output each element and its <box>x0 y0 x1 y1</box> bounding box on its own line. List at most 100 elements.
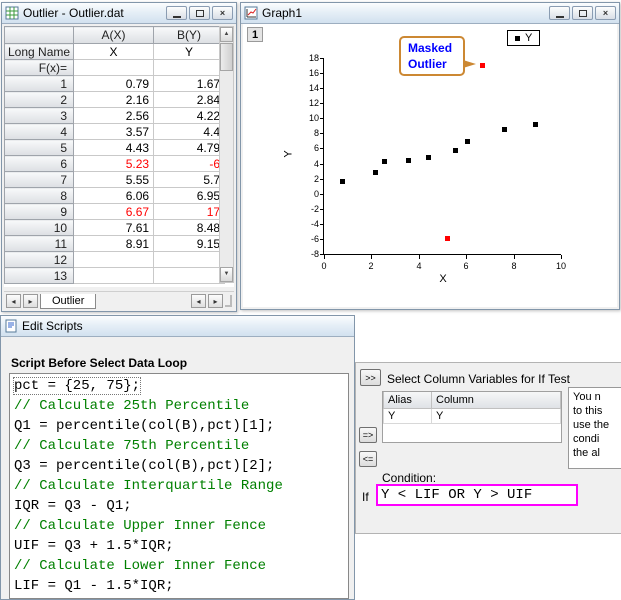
data-cell[interactable]: 2.56 <box>74 108 154 124</box>
data-cell[interactable]: -6 <box>154 156 225 172</box>
data-cell[interactable]: 8.48 <box>154 220 225 236</box>
restore-icon[interactable] <box>572 6 593 20</box>
data-cell[interactable] <box>154 268 225 284</box>
data-cell[interactable]: 9.15 <box>154 236 225 252</box>
worksheet-row: 22.162.84 <box>5 92 225 108</box>
data-point[interactable] <box>465 139 470 144</box>
data-cell[interactable]: 6.67 <box>74 204 154 220</box>
plot-area[interactable]: -8-6-4-20246810121416180246810 <box>323 58 561 255</box>
row-header[interactable]: 12 <box>5 252 74 268</box>
row-header[interactable]: 13 <box>5 268 74 284</box>
data-cell[interactable]: 4.43 <box>74 140 154 156</box>
row-header[interactable]: 9 <box>5 204 74 220</box>
row-header[interactable]: 6 <box>5 156 74 172</box>
data-cell[interactable]: 4.79 <box>154 140 225 156</box>
column-header-a[interactable]: A(X) <box>74 27 154 44</box>
legend[interactable]: Y <box>507 30 540 46</box>
data-cell[interactable]: 6.95 <box>154 188 225 204</box>
scroll-down-icon[interactable]: ▼ <box>220 267 233 282</box>
graph-titlebar[interactable]: Graph1 × <box>241 3 619 24</box>
data-point[interactable] <box>445 236 450 241</box>
code-text: // Calculate 75th Percentile <box>14 438 249 454</box>
data-point[interactable] <box>340 179 345 184</box>
scrollbar-thumb[interactable] <box>220 43 233 71</box>
corner-cell[interactable] <box>5 27 74 44</box>
data-cell[interactable]: 5.55 <box>74 172 154 188</box>
restore-icon[interactable] <box>189 6 210 20</box>
data-point[interactable] <box>480 63 485 68</box>
window-controls: × <box>549 6 616 20</box>
row-header[interactable]: 5 <box>5 140 74 156</box>
data-cell[interactable]: 4.4 <box>154 124 225 140</box>
data-point[interactable] <box>382 159 387 164</box>
data-cell[interactable]: 2.84 <box>154 92 225 108</box>
long-name-a[interactable]: X <box>74 44 154 60</box>
data-point[interactable] <box>406 158 411 163</box>
row-header[interactable]: 10 <box>5 220 74 236</box>
data-cell[interactable]: 2.16 <box>74 92 154 108</box>
long-name-row-header[interactable]: Long Name <box>5 44 74 60</box>
column-header-b[interactable]: B(Y) <box>154 27 225 44</box>
resize-grip[interactable] <box>225 295 232 307</box>
data-cell[interactable]: 5.23 <box>74 156 154 172</box>
data-point[interactable] <box>426 155 431 160</box>
graph-title: Graph1 <box>262 6 545 20</box>
code-line: UIF = Q3 + 1.5*IQR; <box>14 536 344 556</box>
data-point[interactable] <box>373 170 378 175</box>
row-header[interactable]: 1 <box>5 76 74 92</box>
data-cell[interactable]: 17 <box>154 204 225 220</box>
fx-cell-b[interactable] <box>154 60 225 76</box>
graph-page[interactable]: 1 Y Masked Outlier -8-6-4-20246810121416… <box>243 24 617 307</box>
data-cell[interactable] <box>74 252 154 268</box>
long-name-b[interactable]: Y <box>154 44 225 60</box>
data-point[interactable] <box>502 127 507 132</box>
data-cell[interactable] <box>74 268 154 284</box>
fx-cell-a[interactable] <box>74 60 154 76</box>
data-cell[interactable] <box>154 252 225 268</box>
y-axis-title: Y <box>283 150 295 157</box>
expand-button[interactable]: >> <box>360 369 381 386</box>
data-cell[interactable]: 3.57 <box>74 124 154 140</box>
hscroll-right-icon[interactable]: ▸ <box>208 294 223 308</box>
data-point[interactable] <box>533 122 538 127</box>
worksheet-table[interactable]: A(X) B(Y) Long Name X Y F(x)= 10.791.672… <box>4 26 225 284</box>
row-header[interactable]: 8 <box>5 188 74 204</box>
data-cell[interactable]: 5.7 <box>154 172 225 188</box>
tab-nav-left-icon[interactable]: ◂ <box>6 294 21 308</box>
data-cell[interactable]: 8.91 <box>74 236 154 252</box>
data-cell[interactable]: 6.06 <box>74 188 154 204</box>
worksheet-titlebar[interactable]: Outlier - Outlier.dat × <box>2 3 236 24</box>
minimize-icon[interactable] <box>549 6 570 20</box>
row-header[interactable]: 11 <box>5 236 74 252</box>
variable-row[interactable]: YY <box>384 408 561 423</box>
tab-nav-right-icon[interactable]: ▸ <box>23 294 38 308</box>
row-header[interactable]: 4 <box>5 124 74 140</box>
data-cell[interactable]: 0.79 <box>74 76 154 92</box>
data-cell[interactable]: 7.61 <box>74 220 154 236</box>
close-icon[interactable]: × <box>212 6 233 20</box>
data-point[interactable] <box>453 148 458 153</box>
row-header[interactable]: 2 <box>5 92 74 108</box>
row-header[interactable]: 7 <box>5 172 74 188</box>
close-icon[interactable]: × <box>595 6 616 20</box>
code-text: UIF = Q3 + 1.5*IQR; <box>14 538 174 554</box>
page-number[interactable]: 1 <box>247 27 263 42</box>
y-tick-label: 8 <box>292 128 319 138</box>
fx-row-header[interactable]: F(x)= <box>5 60 74 76</box>
code-text: Q3 = percentile(col(B),pct)[2]; <box>14 458 274 474</box>
variable-grid[interactable]: Alias Column YY <box>382 391 562 443</box>
hscroll-left-icon[interactable]: ◂ <box>191 294 206 308</box>
script-editor[interactable]: pct = {25, 75};// Calculate 25th Percent… <box>9 373 349 599</box>
data-cell[interactable]: 1.67 <box>154 76 225 92</box>
data-cell[interactable]: 4.22 <box>154 108 225 124</box>
sheet-tab-outlier[interactable]: Outlier <box>40 294 96 309</box>
condition-input[interactable]: Y < LIF OR Y > UIF <box>376 484 578 506</box>
minimize-icon[interactable] <box>166 6 187 20</box>
scroll-up-icon[interactable]: ▲ <box>220 27 233 42</box>
edit-scripts-titlebar[interactable]: Edit Scripts <box>1 316 354 337</box>
remove-button[interactable]: <= <box>359 451 377 467</box>
assign-button[interactable]: => <box>359 427 377 443</box>
row-header[interactable]: 3 <box>5 108 74 124</box>
vertical-scrollbar[interactable]: ▲ ▼ <box>219 26 234 283</box>
y-tick-icon <box>320 118 324 119</box>
